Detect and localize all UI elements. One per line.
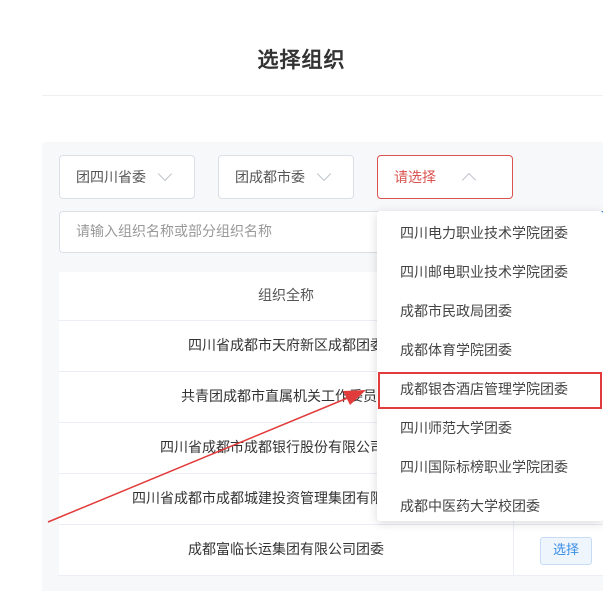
dropdown-option[interactable]: 成都体育学院团委 — [377, 332, 603, 371]
chevron-up-icon — [461, 172, 477, 188]
org-name-cell: 成都富临长运集团有限公司团委 — [188, 542, 384, 558]
dropdown-option[interactable]: 四川电力职业技术学院团委 — [377, 215, 603, 254]
action-cell: 选择 — [513, 525, 603, 575]
select-button[interactable]: 选择 — [540, 537, 593, 565]
title-divider — [42, 95, 603, 96]
chevron-down-icon — [316, 166, 332, 182]
unit-dropdown-menu: 四川电力职业技术学院团委 四川邮电职业技术学院团委 成都市民政局团委 成都体育学… — [377, 211, 603, 521]
dropdown-option[interactable]: 成都市民政局团委 — [377, 293, 603, 332]
unit-select[interactable]: 请选择 — [377, 155, 513, 199]
city-select[interactable]: 团成都市委 — [218, 155, 354, 199]
page-title: 选择组织 — [257, 48, 346, 72]
table-row: 成都富临长运集团有限公司团委 选择 — [59, 525, 603, 576]
province-select[interactable]: 团四川省委 — [59, 155, 195, 199]
chevron-down-icon — [157, 166, 173, 182]
dropdown-option[interactable]: 四川师范大学团委 — [377, 410, 603, 449]
dropdown-option[interactable]: 四川邮电职业技术学院团委 — [377, 254, 603, 293]
dropdown-option[interactable]: 成都中医药大学校团委 — [377, 488, 603, 521]
unit-select-value: 请选择 — [394, 170, 436, 186]
dropdown-option[interactable]: 四川国际标榜职业学院团委 — [377, 449, 603, 488]
city-select-value: 团成都市委 — [235, 170, 305, 186]
province-select-value: 团四川省委 — [76, 170, 146, 186]
dropdown-option-highlighted[interactable]: 成都银杏酒店管理学院团委 — [377, 371, 603, 410]
